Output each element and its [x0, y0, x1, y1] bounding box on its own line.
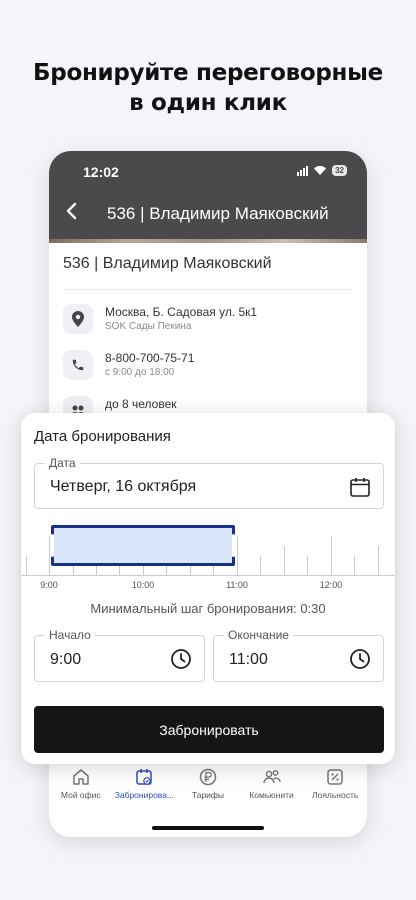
status-icons: 32 — [297, 165, 347, 176]
status-time: 12:02 — [83, 164, 119, 180]
selected-time-range[interactable] — [51, 525, 235, 566]
range-end-handle[interactable] — [232, 534, 235, 557]
room-photo — [49, 239, 367, 243]
timeline-tick — [260, 556, 261, 576]
home-icon — [73, 769, 89, 785]
timeline-label: 9:00 — [40, 580, 58, 590]
end-time-field[interactable]: Окончание 11:00 — [213, 628, 384, 682]
ruble-icon — [199, 768, 217, 786]
book-button[interactable]: Забронировать — [34, 706, 384, 753]
timeline-tick — [237, 536, 238, 576]
tab-loyalty[interactable]: Лояльность — [303, 767, 367, 807]
people-icon — [262, 770, 281, 784]
calendar-check-icon — [136, 769, 153, 785]
promo-headline-line1: Бронируйте переговорные — [33, 60, 383, 86]
start-time-field[interactable]: Начало 9:00 — [34, 628, 205, 682]
address-sub: SOK Сады Пекина — [105, 321, 192, 332]
timeline-tick — [331, 536, 332, 576]
timeline-label: 10:00 — [131, 580, 155, 590]
phone-number: 8-800-700-75-71 — [105, 351, 195, 365]
battery-icon: 32 — [332, 165, 347, 176]
date-field[interactable]: Дата Четверг, 16 октября — [34, 456, 384, 509]
tab-community[interactable]: Комьюнити — [240, 767, 304, 807]
tab-label: Комьюнити — [249, 790, 294, 800]
discount-icon — [327, 769, 343, 785]
start-time-value: 9:00 — [50, 651, 82, 668]
wifi-icon — [314, 166, 327, 175]
nav-title: 536 | Владимир Маяковский — [107, 204, 329, 223]
end-time-label: Окончание — [224, 628, 293, 642]
phone-hours: с 9:00 до 18:00 — [105, 367, 175, 378]
tab-my-office[interactable]: Мой офис — [49, 767, 113, 807]
capacity-text: до 8 человек — [105, 397, 177, 411]
timeline-tick — [354, 556, 355, 576]
timeline-baseline — [21, 575, 395, 576]
start-time-label: Начало — [45, 628, 95, 642]
timeline-tick — [378, 546, 379, 576]
timeline-tick — [307, 556, 308, 576]
location-pin-icon — [63, 304, 93, 334]
date-field-label: Дата — [45, 456, 80, 470]
tab-label: Забронирова... — [114, 790, 175, 800]
divider — [63, 289, 353, 290]
min-step-text: Минимальный шаг бронирования: 0:30 — [90, 601, 326, 616]
timeline-tick — [49, 536, 50, 576]
clock-icon[interactable] — [349, 648, 371, 670]
app-header: 12:02 32 536 | Владимир Маяковский — [49, 151, 367, 239]
address-row[interactable]: Москва, Б. Садовая ул. 5к1 SOK Сады Пеки… — [63, 304, 257, 334]
tab-label: Лояльность — [312, 790, 359, 800]
timeline-tick — [284, 546, 285, 576]
tab-label: Тарифы — [191, 790, 225, 800]
sheet-title: Дата бронирования — [34, 428, 171, 445]
room-title: 536 | Владимир Маяковский — [63, 255, 272, 272]
date-value: Четверг, 16 октября — [50, 478, 197, 495]
tab-tariffs[interactable]: Тарифы — [176, 767, 240, 807]
back-arrow-icon[interactable] — [65, 202, 77, 224]
calendar-icon[interactable] — [349, 476, 371, 498]
clock-icon[interactable] — [170, 648, 192, 670]
bottom-tab-bar: Мой офис Забронирова... Тарифы Комьюнити… — [49, 767, 367, 807]
promo-headline-line2: в один клик — [129, 90, 287, 116]
range-start-handle[interactable] — [51, 534, 54, 557]
booking-sheet: Дата бронирования Дата Четверг, 16 октяб… — [21, 413, 395, 764]
timeline-label: 12:00 — [319, 580, 343, 590]
signal-icon — [297, 165, 309, 176]
address-text: Москва, Б. Садовая ул. 5к1 — [105, 305, 258, 319]
home-indicator — [152, 826, 264, 830]
timeline-tick — [26, 556, 27, 576]
phone-icon — [63, 350, 93, 380]
promo-headline: Бронируйте переговорные в один клик — [0, 58, 416, 118]
time-timeline[interactable]: 9:00 10:00 11:00 12:00 — [21, 520, 395, 590]
phone-row[interactable]: 8-800-700-75-71 с 9:00 до 18:00 — [63, 350, 194, 380]
tab-bookings[interactable]: Забронирова... — [113, 767, 177, 807]
tab-label: Мой офис — [60, 790, 101, 800]
timeline-label: 11:00 — [226, 580, 248, 590]
end-time-value: 11:00 — [229, 651, 268, 668]
